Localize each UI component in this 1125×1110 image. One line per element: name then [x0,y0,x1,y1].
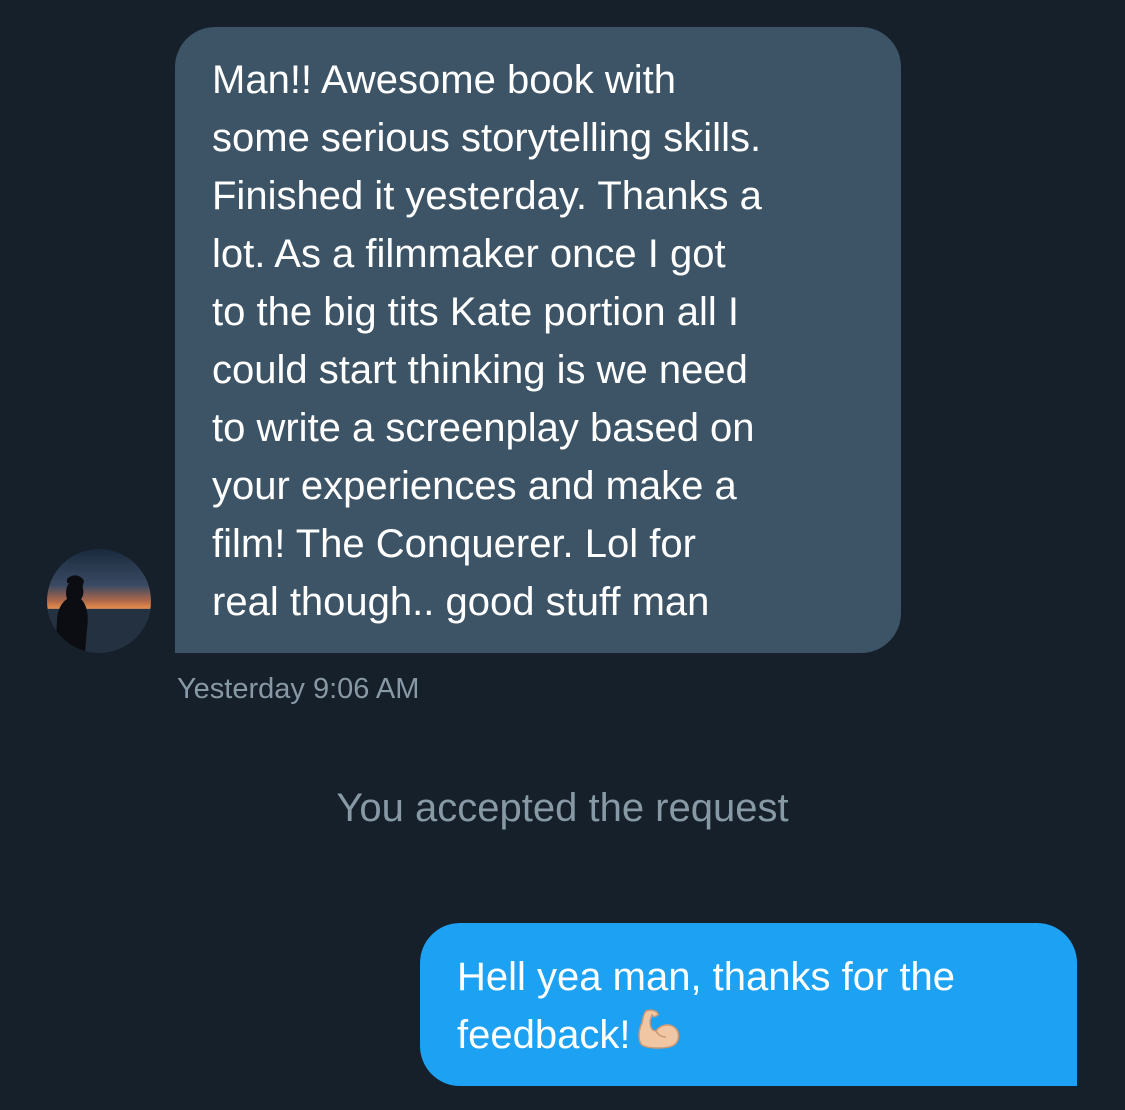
incoming-message-line: lot. As a filmmaker once I got [212,232,726,276]
flexed-biceps-icon [634,1007,684,1060]
request-accepted-text: You accepted the request [336,786,789,830]
outgoing-message-line-with-emoji: feedback! [457,1009,684,1064]
incoming-message-line: your experiences and make a [212,464,737,508]
message-timestamp: Yesterday 9:06 AM [177,673,420,705]
incoming-message-line: could start thinking is we need [212,348,748,392]
incoming-message-line: film! The Conquerer. Lol for [212,522,696,566]
incoming-message-line: Finished it yesterday. Thanks a [212,174,762,218]
incoming-message-line: to the big tits Kate portion all I [212,290,739,334]
incoming-message-line: to write a screenplay based on [212,406,755,450]
sender-avatar[interactable] [47,549,151,653]
sunset-silhouette-avatar-icon [47,549,151,653]
incoming-message-line: real though.. good stuff man [212,580,710,624]
outgoing-message-line: Hell yea man, thanks for the [457,955,956,999]
outgoing-message-line: feedback! [457,1013,631,1058]
incoming-message-line: Man!! Awesome book with [212,58,676,102]
incoming-message-line: some serious storytelling skills. [212,116,762,160]
request-accepted-notice: You accepted the request [0,784,1125,832]
